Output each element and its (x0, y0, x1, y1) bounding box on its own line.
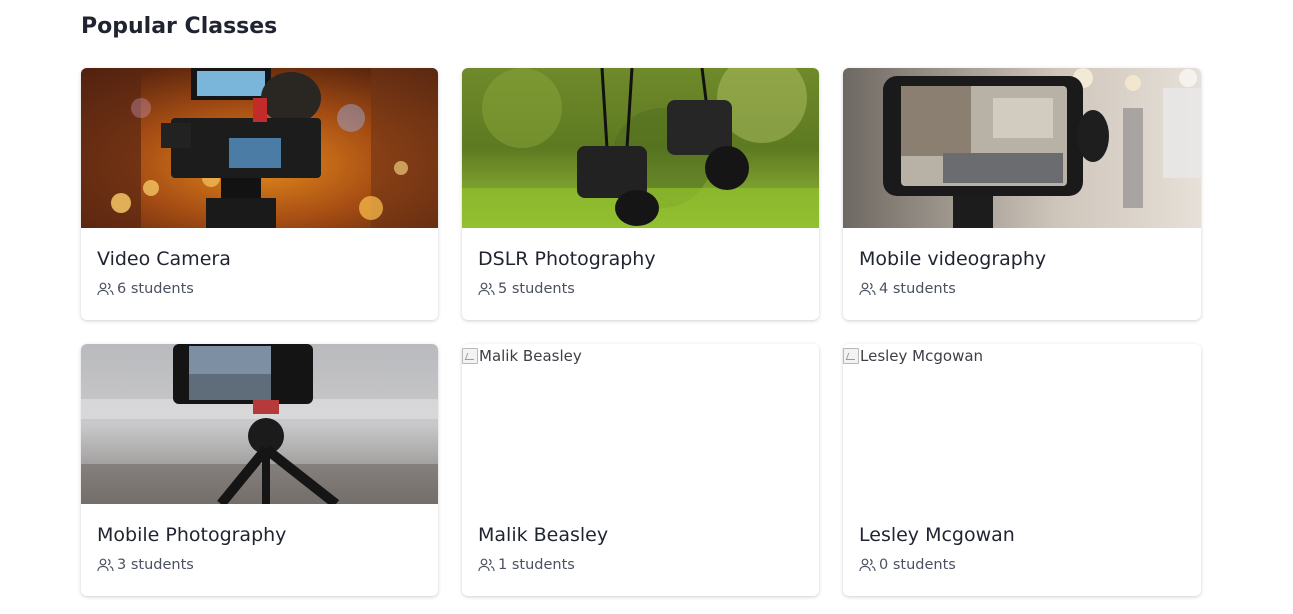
class-title[interactable]: DSLR Photography (478, 247, 803, 271)
student-count-label: 1 students (498, 557, 575, 573)
student-count: 3 students (97, 557, 422, 573)
users-icon (859, 282, 876, 296)
student-count-label: 0 students (879, 557, 956, 573)
class-card-lesley-mcgowan[interactable]: Lesley Mcgowan Lesley Mcgowan 0 students (843, 344, 1201, 596)
users-icon (97, 558, 114, 572)
class-title[interactable]: Lesley Mcgowan (859, 523, 1185, 547)
image-alt-text: Lesley Mcgowan (860, 347, 984, 365)
student-count: 6 students (97, 281, 422, 297)
student-count-label: 4 students (879, 281, 956, 297)
class-card-mobile-videography[interactable]: Mobile videography 4 students (843, 68, 1201, 320)
class-card-mobile-photography[interactable]: Mobile Photography 3 students (81, 344, 438, 596)
student-count-label: 3 students (117, 557, 194, 573)
class-image-video-camera[interactable] (81, 68, 438, 228)
class-card-dslr-photography[interactable]: DSLR Photography 5 students (462, 68, 819, 320)
class-image-dslr-photography[interactable] (462, 68, 819, 228)
users-icon (478, 558, 495, 572)
class-image-mobile-photography[interactable] (81, 344, 438, 504)
student-count: 5 students (478, 281, 803, 297)
class-image-lesley-mcgowan[interactable]: Lesley Mcgowan (843, 344, 1201, 504)
class-title[interactable]: Mobile videography (859, 247, 1185, 271)
users-icon (97, 282, 114, 296)
broken-image-icon (462, 348, 478, 364)
class-title[interactable]: Mobile Photography (97, 523, 422, 547)
student-count: 1 students (478, 557, 803, 573)
class-card-video-camera[interactable]: Video Camera 6 students (81, 68, 438, 320)
image-alt-text: Malik Beasley (479, 347, 582, 365)
class-title[interactable]: Malik Beasley (478, 523, 803, 547)
student-count-label: 6 students (117, 281, 194, 297)
section-title: Popular Classes (81, 14, 278, 39)
broken-image-icon (843, 348, 859, 364)
student-count-label: 5 students (498, 281, 575, 297)
class-image-mobile-videography[interactable] (843, 68, 1201, 228)
class-card-malik-beasley[interactable]: Malik Beasley Malik Beasley 1 students (462, 344, 819, 596)
class-image-malik-beasley[interactable]: Malik Beasley (462, 344, 819, 504)
student-count: 4 students (859, 281, 1185, 297)
users-icon (859, 558, 876, 572)
users-icon (478, 282, 495, 296)
student-count: 0 students (859, 557, 1185, 573)
class-title[interactable]: Video Camera (97, 247, 422, 271)
classes-grid: Video Camera 6 students DSLR Photography… (81, 68, 1201, 596)
